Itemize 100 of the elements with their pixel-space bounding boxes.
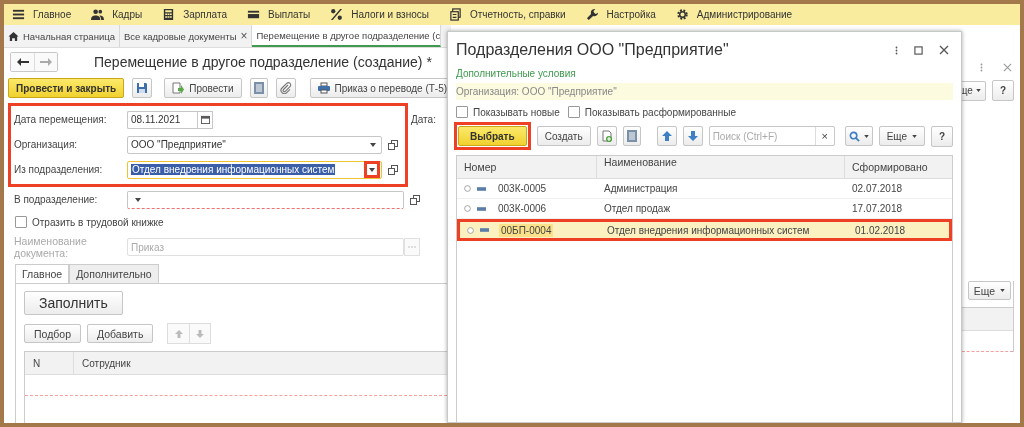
back-button[interactable] <box>11 53 34 71</box>
table-row[interactable]: 00БП-0004 Отдел внедрения информационных систем 01.02.2018 <box>457 219 952 241</box>
menu-item[interactable]: Главное <box>12 8 72 21</box>
select-button[interactable]: Выбрать <box>458 126 527 146</box>
maximize-icon[interactable] <box>914 45 923 55</box>
menu-item[interactable]: Кадры <box>91 8 143 21</box>
menu-item[interactable]: Отчетность, справки <box>448 8 566 21</box>
more-icon[interactable] <box>895 44 898 56</box>
caret-icon <box>975 89 981 92</box>
calendar-button[interactable] <box>197 110 213 129</box>
menu-icon <box>12 8 25 21</box>
caret-icon <box>370 142 377 147</box>
menu-item[interactable]: Налоги и взносы <box>330 8 429 21</box>
caret-icon <box>369 167 376 172</box>
create-button[interactable]: Создать <box>536 126 591 146</box>
pick-button[interactable]: Подбор <box>24 324 81 343</box>
menu-item[interactable]: Администрирование <box>675 8 793 21</box>
item-icon <box>477 206 486 211</box>
radio-icon <box>464 205 471 212</box>
settings-icon <box>675 8 689 21</box>
document-title: Перемещение в другое подразделение (создание) <box>94 54 423 70</box>
attach-button[interactable] <box>275 78 296 98</box>
calculator-icon <box>162 8 176 21</box>
post-button[interactable]: Провести <box>164 78 242 98</box>
field-label: Наименование документа: <box>14 235 88 259</box>
wrench-icon <box>585 8 599 21</box>
checkbox-label: Отразить в трудовой книжке <box>32 216 164 228</box>
fill-button[interactable]: Заполнить <box>24 291 123 315</box>
table-cell-text: 17.07.2018 <box>851 203 904 214</box>
select-field[interactable]: Отдел внедрения информационных систем <box>127 160 383 179</box>
search-icon <box>848 130 860 142</box>
arrow-right-icon <box>40 58 52 66</box>
print-button[interactable]: Приказ о переводе (Т-5) <box>309 78 447 98</box>
date-field[interactable]: 08.11.2021 <box>127 110 197 129</box>
caret-icon <box>1000 289 1005 292</box>
arrow-up-icon <box>660 130 673 142</box>
checkbox[interactable] <box>567 106 580 118</box>
search-field[interactable]: Поиск (Ctrl+F) × <box>708 126 835 146</box>
page-tab[interactable]: Начальная страница <box>4 25 120 47</box>
caret-icon <box>863 134 869 138</box>
people-icon <box>91 8 105 21</box>
table-row[interactable]: 003К-0005 Администрация 02.07.2018 <box>457 179 952 199</box>
menu-item[interactable]: Зарплата <box>162 8 227 21</box>
checkbox-label: Показывать расформированные <box>584 106 737 118</box>
item-icon <box>477 186 486 191</box>
more-button[interactable]: Еще <box>878 126 926 146</box>
percent-icon <box>330 8 344 21</box>
list-button[interactable] <box>622 126 641 146</box>
copy-button[interactable] <box>596 126 617 146</box>
field-label: Из подразделения: <box>14 164 104 175</box>
page-tab[interactable]: Перемещение в другое подразделение (с <box>252 25 442 47</box>
form-tab[interactable]: Дополнительно <box>69 264 159 283</box>
checkbox[interactable] <box>15 216 27 228</box>
move-down-button[interactable] <box>682 126 703 146</box>
table-cell-text: 003К-0005 <box>497 182 548 195</box>
open-window-icon <box>387 164 398 175</box>
table-cell-text: 003К-0006 <box>497 202 548 215</box>
close-icon[interactable] <box>939 45 949 55</box>
field-label: Дата перемещения: <box>14 114 108 125</box>
post-and-close-button[interactable]: Провести и закрыть <box>8 78 125 98</box>
document-arrow-icon <box>172 82 185 94</box>
arrow-down-icon <box>196 329 205 338</box>
add-button[interactable]: Добавить <box>87 324 154 343</box>
field-label: В подразделение: <box>14 194 99 205</box>
documents-icon <box>448 8 462 21</box>
paperclip-icon <box>279 82 292 94</box>
table-cell-text: Отдел продаж <box>603 203 672 214</box>
column-header: Сформировано <box>851 161 929 173</box>
arrow-left-icon <box>16 58 29 66</box>
arrow-down-icon <box>686 130 699 142</box>
radio-icon <box>464 185 471 192</box>
column-header: Номер <box>457 156 597 178</box>
open-window-icon <box>410 194 420 205</box>
save-button[interactable] <box>132 78 153 98</box>
list-button[interactable] <box>249 78 268 98</box>
open-window-icon <box>387 139 398 150</box>
move-up-button[interactable] <box>656 126 677 146</box>
select-field[interactable] <box>127 190 404 209</box>
table-cell-text: 02.07.2018 <box>851 183 904 194</box>
search-button[interactable] <box>844 126 873 146</box>
menu-item[interactable]: Настройка <box>585 8 656 21</box>
select-field[interactable]: ООО "Предприятие" <box>127 135 383 154</box>
form-tab[interactable]: Главное <box>15 264 70 283</box>
checkbox-label: Показывать новые <box>473 106 560 118</box>
dropdown-button[interactable] <box>364 161 381 178</box>
column-header: Наименование <box>597 156 845 178</box>
conditions-link[interactable]: Дополнительные условия <box>456 68 576 79</box>
table-cell-text: Отдел внедрения информационных систем <box>606 224 811 236</box>
clear-button[interactable]: × <box>814 127 834 145</box>
caret-icon <box>912 134 918 138</box>
more-button[interactable]: Еще <box>967 281 1011 300</box>
list-icon <box>626 130 637 142</box>
checkbox[interactable] <box>456 106 468 118</box>
help-button[interactable]: ? <box>991 80 1014 101</box>
column-header: Сотрудник <box>81 357 131 369</box>
menu-item[interactable]: Выплаты <box>247 8 311 21</box>
help-button[interactable]: ? <box>931 125 954 147</box>
document-plus-icon <box>600 130 613 142</box>
list-icon <box>253 82 264 94</box>
field-label: Дата: <box>411 114 436 125</box>
